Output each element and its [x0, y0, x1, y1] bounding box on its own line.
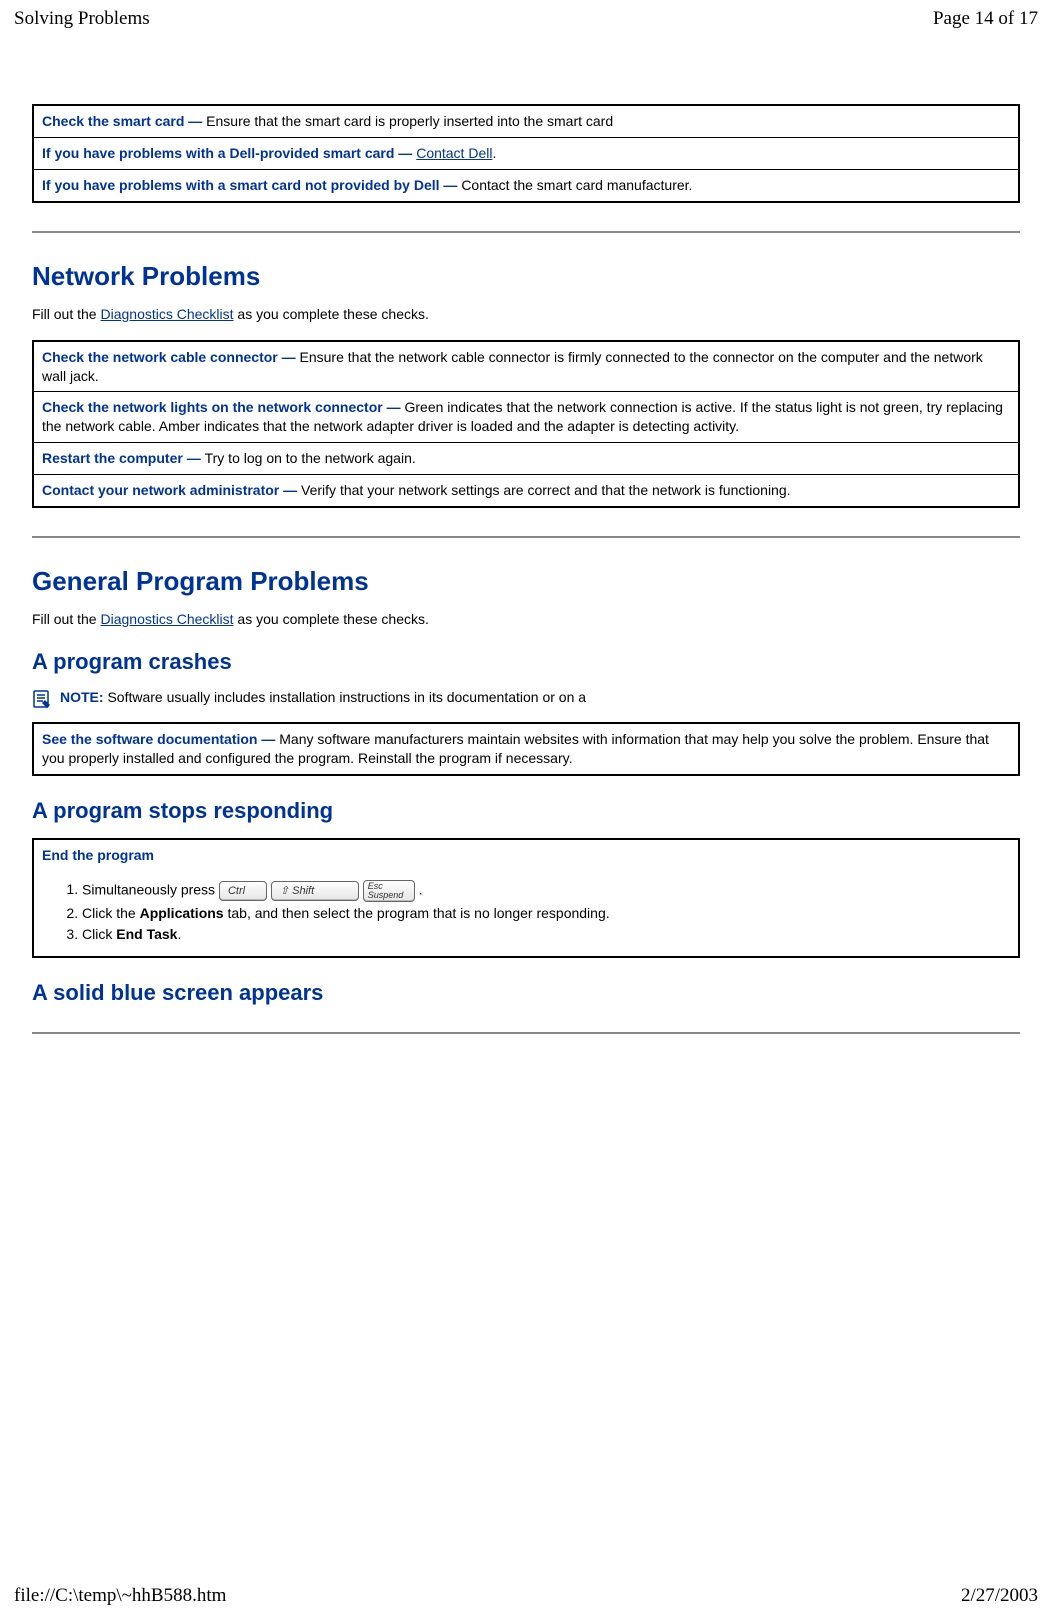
- divider-2: [32, 536, 1020, 538]
- step2-bold: Applications: [140, 905, 224, 921]
- step-2: Click the Applications tab, and then sel…: [82, 903, 1010, 925]
- step1-post: .: [419, 881, 423, 897]
- smartcard-row3-rest: Contact the smart card manufacturer.: [461, 177, 692, 193]
- steps-list: Simultaneously press Ctrl ⇧ Shift EscSus…: [42, 879, 1010, 946]
- footer-date: 2/27/2003: [961, 1585, 1038, 1607]
- key-esc: EscSuspend: [363, 880, 415, 902]
- network-row3-rest: Try to log on to the network again.: [205, 450, 416, 466]
- general-intro-post: as you complete these checks.: [234, 611, 429, 627]
- network-intro-pre: Fill out the: [32, 306, 100, 322]
- end-program-cell: End the program Simultaneously press Ctr…: [33, 839, 1019, 957]
- step-3: Click End Task.: [82, 924, 1010, 946]
- smartcard-row1-bold: Check the smart card —: [42, 113, 206, 129]
- contact-dell-link[interactable]: Contact Dell: [416, 145, 492, 161]
- step3-post: .: [177, 926, 181, 942]
- network-row1-bold: Check the network cable connector —: [42, 349, 300, 365]
- general-heading: General Program Problems: [32, 566, 1020, 597]
- page-footer: file://C:\temp\~hhB588.htm 2/27/2003: [0, 1577, 1052, 1615]
- smartcard-table: Check the smart card — Ensure that the s…: [32, 104, 1020, 203]
- note-icon: [32, 690, 50, 708]
- diagnostics-link-1[interactable]: Diagnostics Checklist: [100, 306, 233, 322]
- step2-post: tab, and then select the program that is…: [224, 905, 610, 921]
- network-intro: Fill out the Diagnostics Checklist as yo…: [32, 306, 1020, 322]
- note-row: NOTE: Software usually includes installa…: [32, 689, 1020, 708]
- network-intro-post: as you complete these checks.: [234, 306, 429, 322]
- doc-row: See the software documentation — Many so…: [33, 723, 1019, 775]
- content: Check the smart card — Ensure that the s…: [0, 34, 1052, 1044]
- step-1: Simultaneously press Ctrl ⇧ Shift EscSus…: [82, 879, 1010, 903]
- step3-pre: Click: [82, 926, 116, 942]
- header-title: Solving Problems: [14, 8, 150, 30]
- crash-heading: A program crashes: [32, 649, 1020, 675]
- network-row4-bold: Contact your network administrator —: [42, 482, 301, 498]
- header-pageinfo: Page 14 of 17: [933, 8, 1038, 30]
- note-rest: Software usually includes installation i…: [107, 689, 586, 705]
- key-esc-label2: Suspend: [368, 890, 404, 900]
- smartcard-row2-after: .: [492, 145, 496, 161]
- divider-1: [32, 231, 1020, 233]
- step3-bold: End Task: [116, 926, 177, 942]
- doc-table: See the software documentation — Many so…: [32, 722, 1020, 776]
- general-intro-pre: Fill out the: [32, 611, 100, 627]
- page: Solving Problems Page 14 of 17 Check the…: [0, 0, 1052, 1615]
- network-row4: Contact your network administrator — Ver…: [33, 475, 1019, 507]
- smartcard-row1: Check the smart card — Ensure that the s…: [33, 105, 1019, 137]
- general-intro: Fill out the Diagnostics Checklist as yo…: [32, 611, 1020, 627]
- network-row1: Check the network cable connector — Ensu…: [33, 341, 1019, 392]
- smartcard-row3: If you have problems with a smart card n…: [33, 169, 1019, 201]
- network-row2: Check the network lights on the network …: [33, 392, 1019, 443]
- note-text: NOTE: Software usually includes installa…: [60, 689, 586, 705]
- network-row3: Restart the computer — Try to log on to …: [33, 443, 1019, 475]
- end-program-table: End the program Simultaneously press Ctr…: [32, 838, 1020, 958]
- key-shift: ⇧ Shift: [271, 881, 359, 901]
- step2-pre: Click the: [82, 905, 140, 921]
- smartcard-row2: If you have problems with a Dell-provide…: [33, 137, 1019, 169]
- network-row3-bold: Restart the computer —: [42, 450, 205, 466]
- footer-path: file://C:\temp\~hhB588.htm: [14, 1585, 226, 1607]
- step1-pre: Simultaneously press: [82, 881, 219, 897]
- network-row2-bold: Check the network lights on the network …: [42, 399, 405, 415]
- network-heading: Network Problems: [32, 261, 1020, 292]
- key-ctrl: Ctrl: [219, 881, 267, 901]
- blue-heading: A solid blue screen appears: [32, 980, 1020, 1006]
- key-shift-label: Shift: [292, 885, 314, 897]
- page-header: Solving Problems Page 14 of 17: [0, 0, 1052, 34]
- doc-row-bold: See the software documentation —: [42, 731, 279, 747]
- diagnostics-link-2[interactable]: Diagnostics Checklist: [100, 611, 233, 627]
- smartcard-row1-rest: Ensure that the smart card is properly i…: [206, 113, 613, 129]
- note-bold: NOTE:: [60, 689, 107, 705]
- stops-heading: A program stops responding: [32, 798, 1020, 824]
- network-row4-rest: Verify that your network settings are co…: [301, 482, 790, 498]
- network-table: Check the network cable connector — Ensu…: [32, 340, 1020, 508]
- smartcard-row2-bold: If you have problems with a Dell-provide…: [42, 145, 416, 161]
- end-heading: End the program: [42, 846, 1010, 865]
- smartcard-row3-bold: If you have problems with a smart card n…: [42, 177, 461, 193]
- divider-3: [32, 1032, 1020, 1034]
